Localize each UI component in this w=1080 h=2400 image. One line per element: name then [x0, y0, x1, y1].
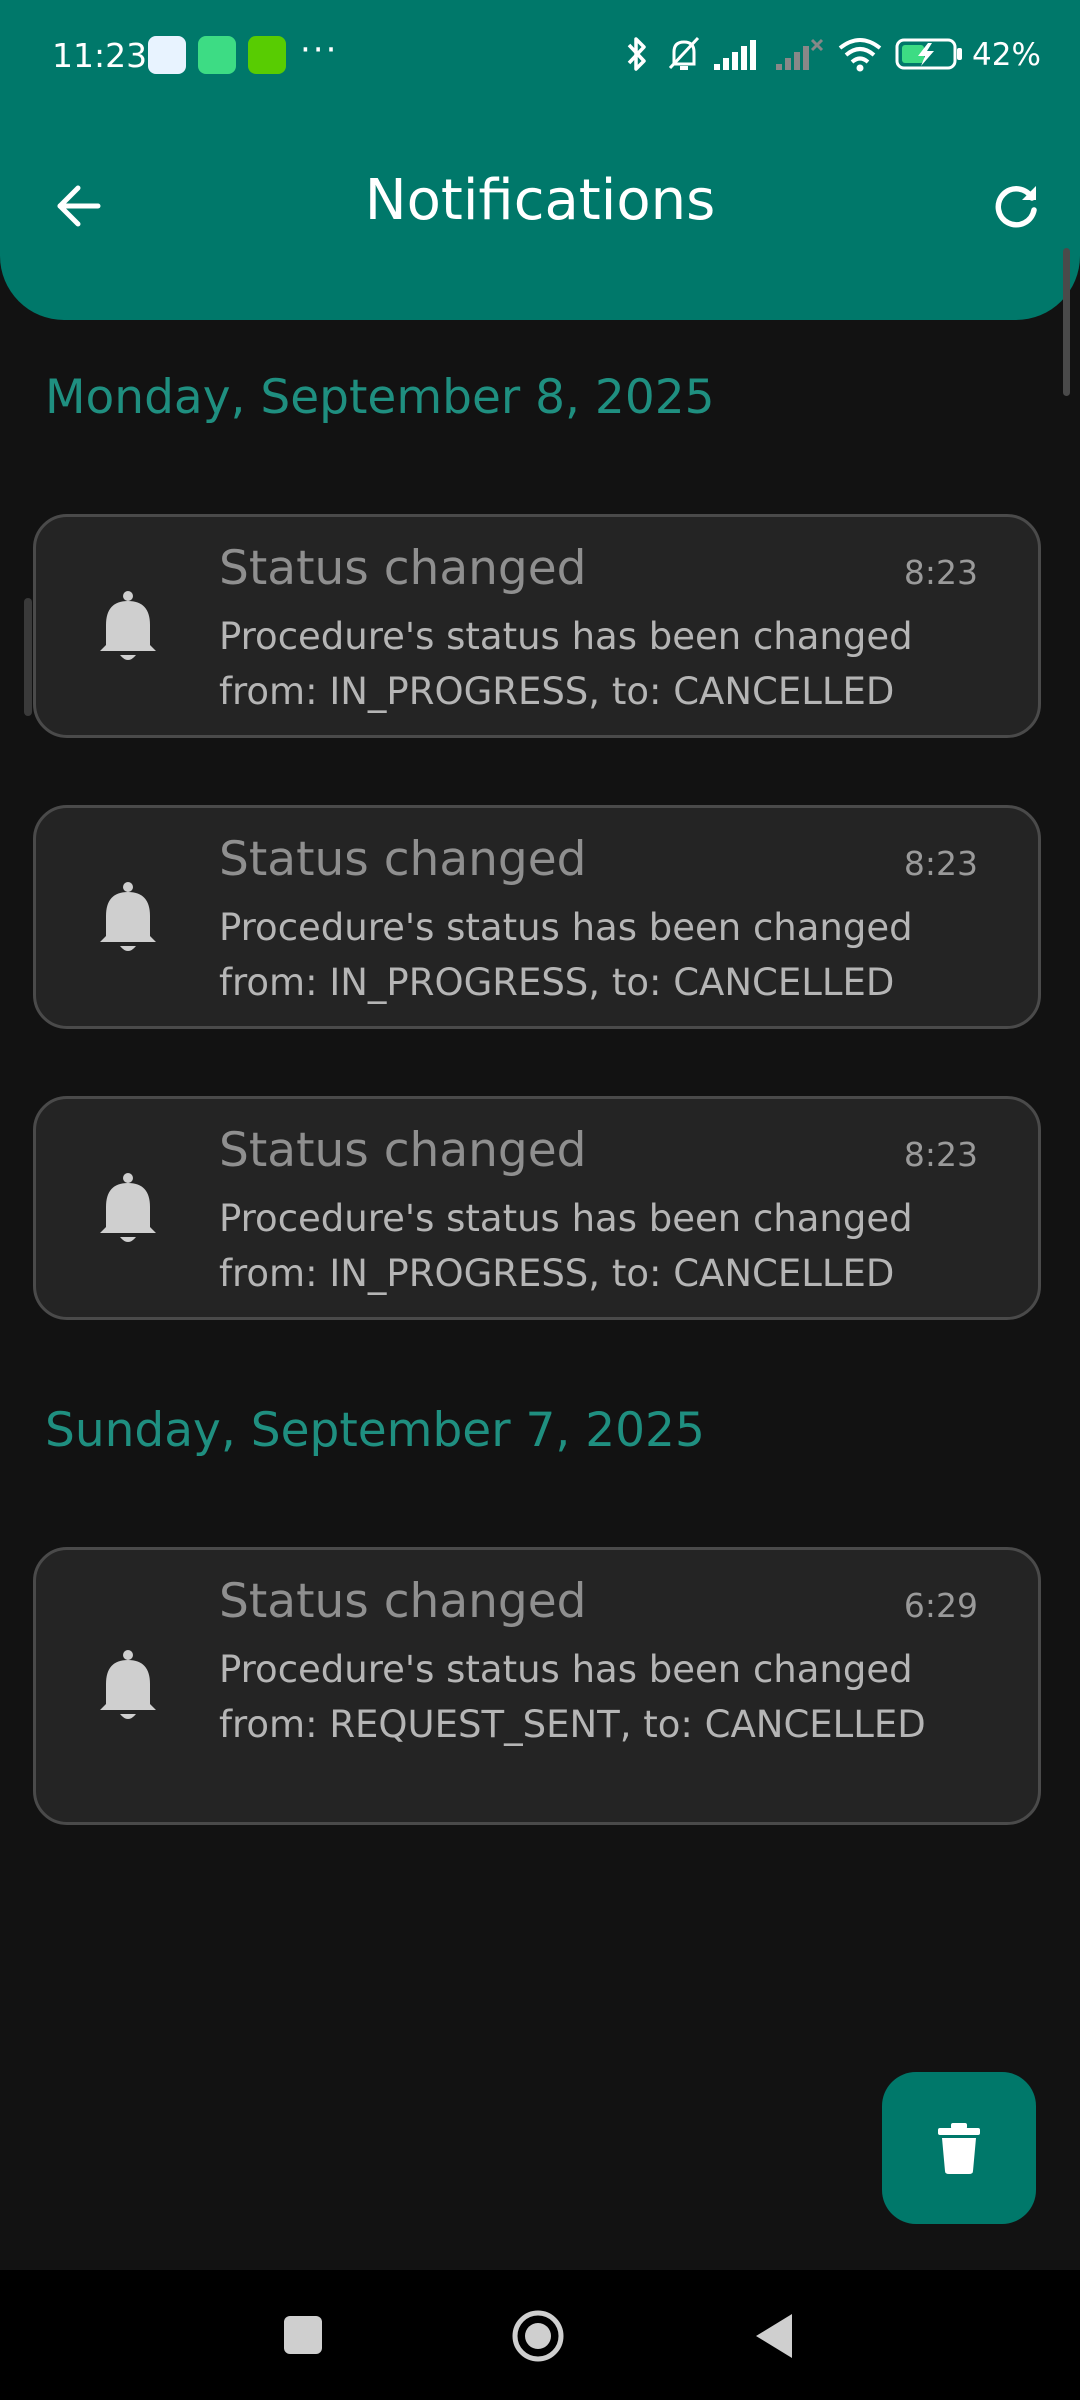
- signal-icon: [714, 40, 756, 70]
- notification-title: Status changed: [219, 541, 587, 596]
- recents-button[interactable]: [282, 2314, 324, 2356]
- notification-body: Procedure's status has been changed from…: [219, 1648, 926, 1746]
- bell-off-icon: [668, 36, 700, 70]
- refresh-button[interactable]: [976, 166, 1056, 246]
- refresh-icon: [995, 186, 1037, 228]
- back-nav-button[interactable]: [754, 2312, 794, 2360]
- owl-app-icon: [248, 36, 286, 74]
- notification-card[interactable]: Status changed 6:29 Procedure's status h…: [33, 1547, 1041, 1825]
- notification-time: 8:23: [903, 844, 978, 883]
- section-date-header: Monday, September 8, 2025: [45, 370, 715, 425]
- system-nav-bar: [0, 2270, 1080, 2400]
- android-icon: [198, 36, 236, 74]
- notification-card[interactable]: Status changed 8:23 Procedure's status h…: [33, 1096, 1041, 1320]
- trash-icon: [938, 2123, 980, 2174]
- notification-body: Procedure's status has been changed from…: [219, 906, 913, 1004]
- status-bar: 11:23 ··· 42%: [0, 0, 1080, 110]
- notification-time: 8:23: [903, 1135, 978, 1174]
- notification-card[interactable]: Status changed 8:23 Procedure's status h…: [33, 805, 1041, 1029]
- more-notifications-icon: ···: [300, 30, 339, 70]
- bluetooth-icon: [627, 37, 646, 71]
- notification-time: 8:23: [903, 553, 978, 592]
- scrollbar[interactable]: [1063, 248, 1070, 396]
- delete-all-button[interactable]: [882, 2072, 1036, 2224]
- bell-icon: [100, 591, 156, 660]
- home-button[interactable]: [510, 2308, 566, 2364]
- bell-icon: [100, 1650, 156, 1719]
- notification-title: Status changed: [219, 1574, 587, 1629]
- section-date-header: Sunday, September 7, 2025: [45, 1403, 705, 1458]
- battery-charging-icon: [895, 38, 962, 70]
- signal-weak-icon: [776, 38, 824, 70]
- battery-level: 42%: [972, 37, 1041, 73]
- bell-icon: [100, 882, 156, 951]
- app-notification-icon: [148, 36, 186, 74]
- notification-body: Procedure's status has been changed from…: [219, 1197, 913, 1295]
- wifi-icon: [838, 38, 882, 72]
- edge-handle: [24, 598, 32, 716]
- status-time: 11:23: [52, 36, 148, 75]
- bell-icon: [100, 1173, 156, 1242]
- notification-card[interactable]: Status changed 8:23 Procedure's status h…: [33, 514, 1041, 738]
- notification-time: 6:29: [903, 1586, 978, 1625]
- notification-body: Procedure's status has been changed from…: [219, 615, 913, 713]
- notification-title: Status changed: [219, 1123, 587, 1178]
- notification-title: Status changed: [219, 832, 587, 887]
- page-title: Notifications: [364, 168, 716, 233]
